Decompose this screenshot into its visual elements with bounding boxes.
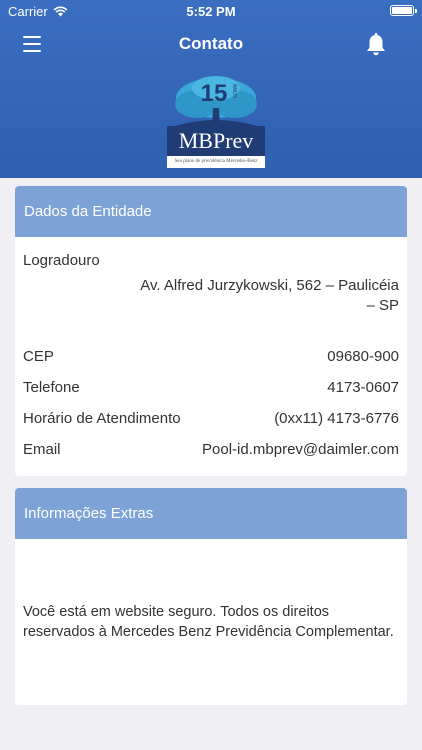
battery-icon bbox=[390, 5, 417, 16]
app-header: Carrier 5:52 PM Contato 15 ANOS MBPrev S… bbox=[0, 0, 422, 178]
extra-info-card: Informações Extras Você está em website … bbox=[15, 488, 407, 705]
email-label: Email bbox=[23, 441, 61, 458]
anniversary-suffix: ANOS bbox=[231, 84, 237, 99]
extra-info-header: Informações Extras bbox=[15, 488, 407, 539]
security-notice-text: Você está em website seguro. Todos os di… bbox=[23, 604, 394, 640]
notifications-button[interactable] bbox=[364, 31, 388, 57]
anniversary-number: 15 bbox=[201, 80, 228, 107]
hours-value: (0xx11) 4173-6776 bbox=[274, 410, 399, 427]
address-value: Av. Alfred Jurzykowski, 562 – Paulicéia … bbox=[140, 277, 399, 314]
page-title: Contato bbox=[178, 34, 244, 53]
hours-label: Horário de Atendimento bbox=[23, 410, 181, 427]
cep-value: 09680-900 bbox=[327, 348, 399, 365]
phone-value[interactable]: 4173-0607 bbox=[327, 379, 399, 396]
entity-card-header: Dados da Entidade bbox=[15, 186, 407, 237]
entity-data-card: Dados da Entidade Logradouro Av. Alfred … bbox=[15, 186, 407, 476]
mbprev-logo: 15 ANOS MBPrev Seu plano de previdência … bbox=[165, 74, 267, 170]
phone-label: Telefone bbox=[23, 379, 80, 396]
address-label: Logradouro bbox=[23, 252, 100, 269]
logo-tagline: Seu plano de previdência Mercedes-Benz bbox=[167, 156, 265, 168]
email-value[interactable]: Pool-id.mbprev@daimler.com bbox=[202, 441, 399, 458]
bell-icon bbox=[367, 33, 385, 56]
tree-logo-icon: 15 ANOS bbox=[175, 76, 257, 130]
navigation-bar: Contato bbox=[0, 22, 422, 66]
status-time: 5:52 PM bbox=[186, 4, 236, 19]
status-bar: Carrier 5:52 PM bbox=[0, 0, 422, 22]
cep-label: CEP bbox=[23, 348, 54, 365]
logo-brand-name: MBPrev bbox=[167, 126, 265, 156]
